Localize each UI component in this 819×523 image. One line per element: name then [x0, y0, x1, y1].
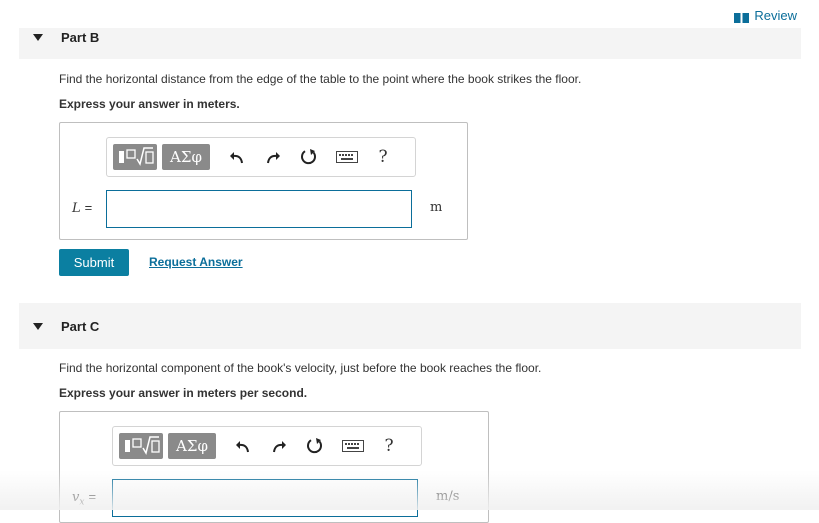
caret-down-icon[interactable] [33, 34, 43, 41]
equals-sign: = [88, 489, 97, 504]
help-icon[interactable]: ? [368, 144, 398, 170]
part-b-variable-label: L = [72, 200, 92, 216]
part-b-instruction: Express your answer in meters. [59, 97, 240, 111]
submit-button[interactable]: Submit [59, 249, 129, 276]
template-icon [125, 436, 160, 455]
template-button[interactable] [119, 433, 163, 459]
part-c-instruction: Express your answer in meters per second… [59, 386, 308, 400]
keyboard-button[interactable] [330, 144, 364, 170]
book-icon [734, 11, 750, 23]
part-b-answer-input[interactable] [106, 190, 412, 228]
undo-icon [230, 152, 243, 164]
part-c-answer-input[interactable] [112, 479, 418, 517]
variable-name: L [72, 201, 81, 216]
help-icon[interactable]: ? [374, 433, 404, 459]
redo-button[interactable] [264, 433, 294, 459]
part-c-prompt: Find the horizontal component of the boo… [59, 361, 542, 375]
part-b-toolbar: ΑΣφ ? [106, 137, 416, 177]
caret-down-icon[interactable] [33, 323, 43, 330]
greek-symbols-button[interactable]: ΑΣφ [162, 144, 210, 170]
equals-sign: = [84, 200, 93, 215]
part-b-header[interactable] [19, 28, 801, 59]
part-c-title: Part C [61, 319, 100, 334]
review-link[interactable]: Review [734, 8, 797, 23]
template-icon [119, 147, 154, 166]
reset-icon [301, 149, 316, 165]
redo-icon [273, 441, 286, 453]
undo-button[interactable] [222, 144, 252, 170]
keyboard-icon [336, 151, 358, 163]
keyboard-icon [342, 440, 364, 452]
undo-icon [236, 441, 249, 453]
part-c-header[interactable] [19, 303, 801, 349]
redo-icon [267, 152, 280, 164]
reset-button[interactable] [294, 144, 324, 170]
variable-subscript: x [79, 497, 85, 508]
part-b-unit: m [430, 200, 443, 215]
undo-button[interactable] [228, 433, 258, 459]
reset-button[interactable] [300, 433, 330, 459]
part-c-variable-label: vx = [72, 489, 96, 508]
keyboard-button[interactable] [336, 433, 370, 459]
greek-symbols-button[interactable]: ΑΣφ [168, 433, 216, 459]
request-answer-link[interactable]: Request Answer [149, 255, 243, 269]
part-c-toolbar: ΑΣφ ? [112, 426, 422, 466]
template-button[interactable] [113, 144, 157, 170]
part-b-prompt: Find the horizontal distance from the ed… [59, 72, 582, 86]
part-b-title: Part B [61, 30, 100, 45]
redo-button[interactable] [258, 144, 288, 170]
part-c-unit: m/s [436, 489, 460, 504]
review-label: Review [754, 8, 797, 23]
reset-icon [307, 438, 322, 454]
